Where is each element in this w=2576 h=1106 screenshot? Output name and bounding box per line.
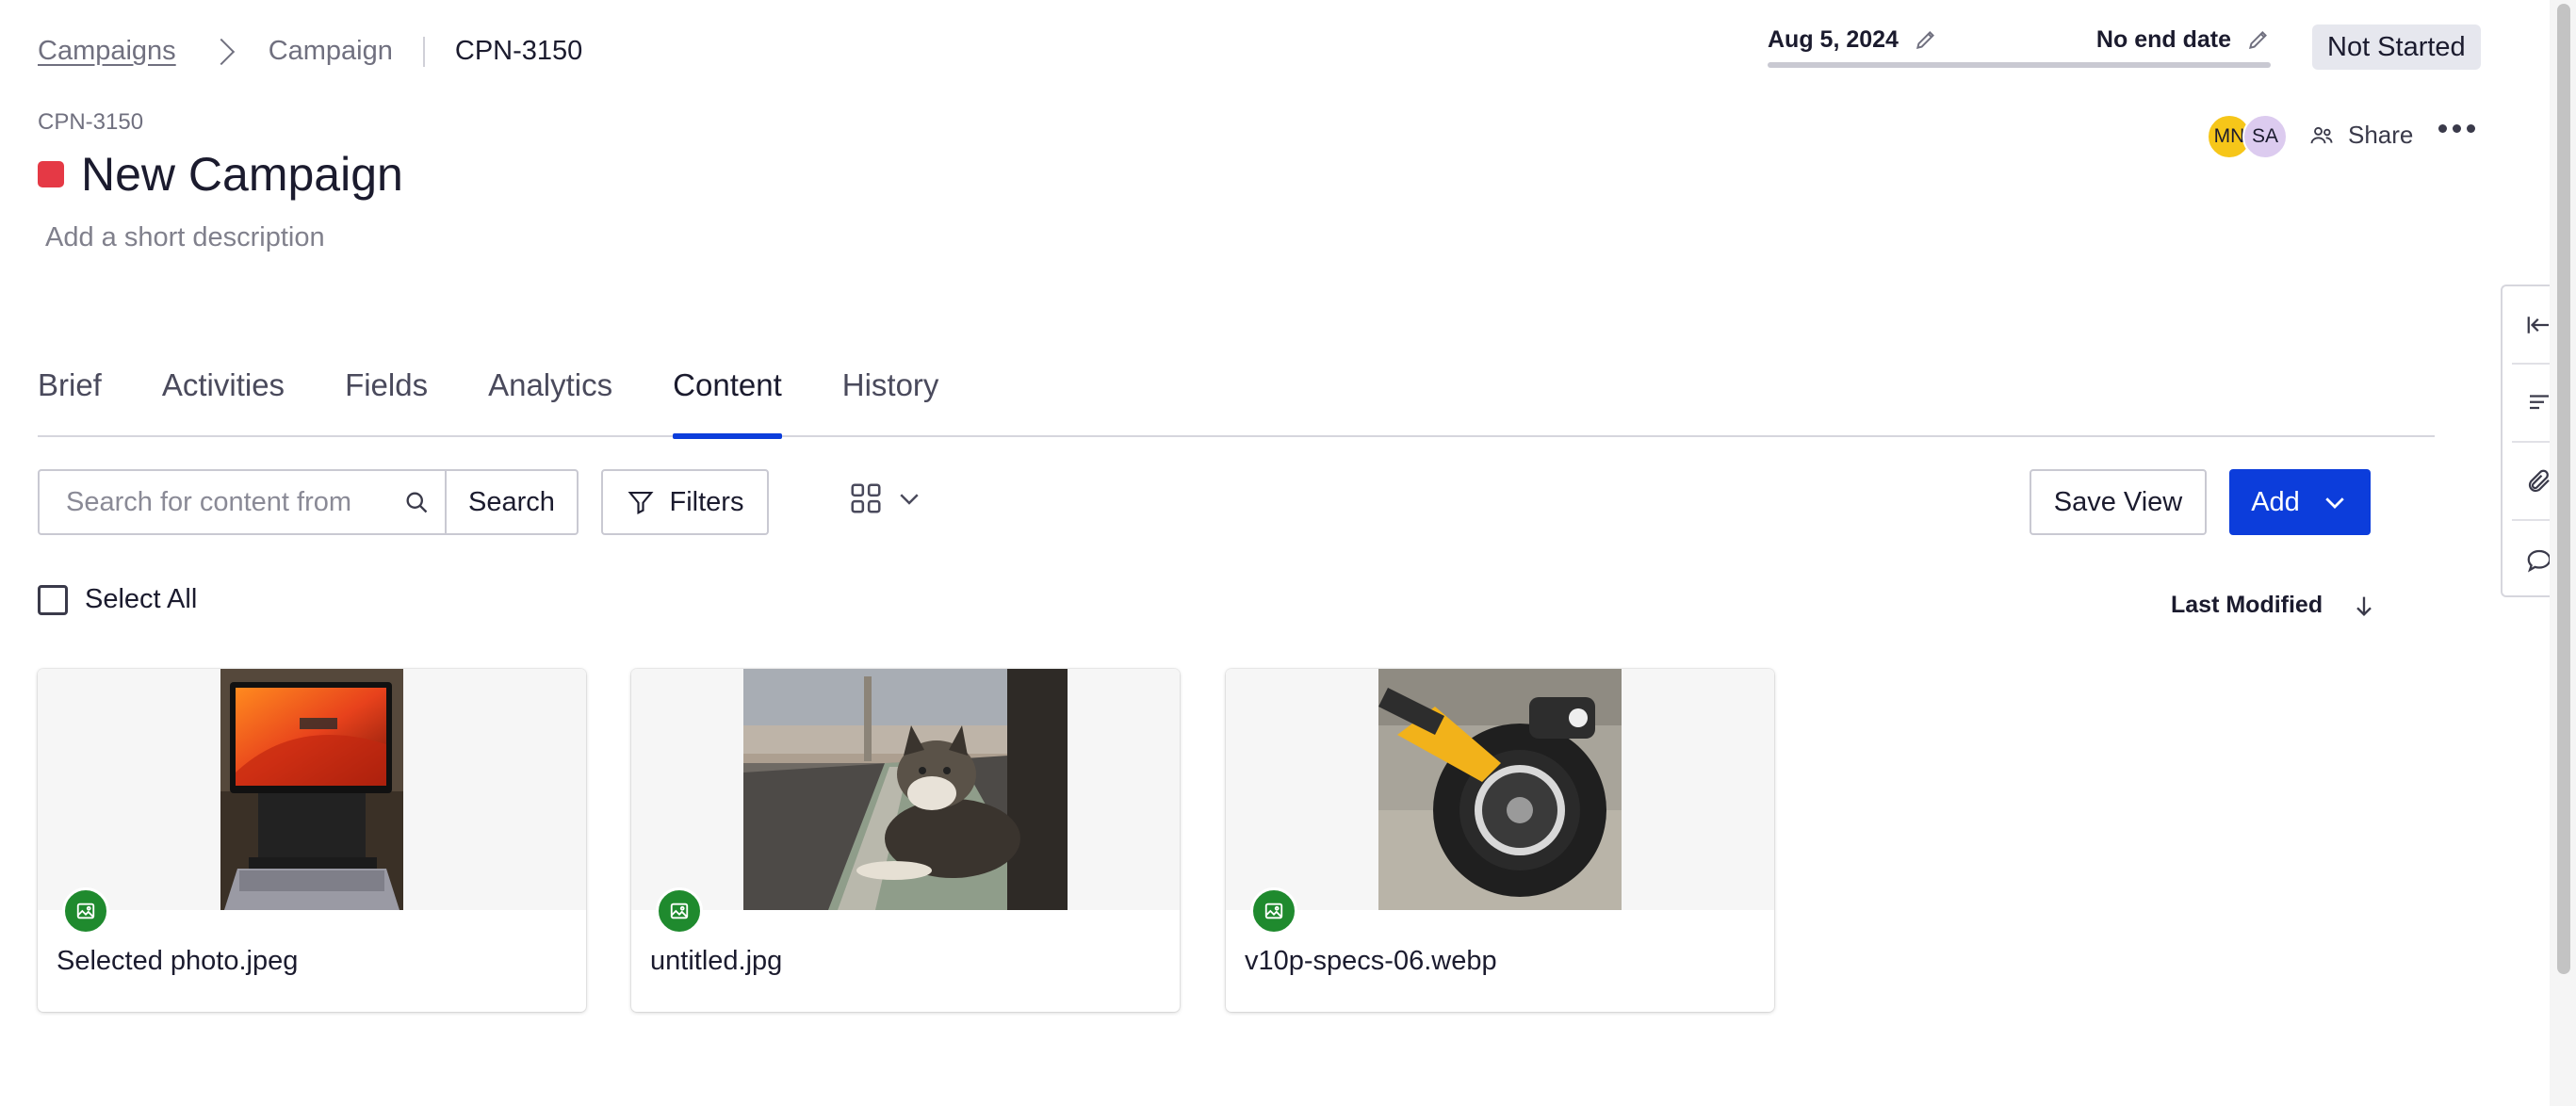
title-row: New Campaign — [38, 147, 403, 202]
tab-activities[interactable]: Activities — [162, 366, 285, 437]
start-date[interactable]: Aug 5, 2024 — [1768, 26, 1938, 54]
tab-analytics[interactable]: Analytics — [488, 366, 612, 437]
tab-content[interactable]: Content — [673, 366, 782, 439]
chevron-down-icon — [900, 494, 919, 505]
card-filename[interactable]: untitled.jpg — [650, 946, 782, 977]
content-card[interactable]: v10p-specs-06.webp — [1226, 669, 1774, 1012]
more-options-icon[interactable] — [2438, 124, 2475, 133]
date-range-bar — [1768, 62, 2271, 68]
save-view-button[interactable]: Save View — [2030, 469, 2207, 535]
tab-fields[interactable]: Fields — [345, 366, 428, 437]
share-label: Share — [2348, 121, 2414, 149]
page-title[interactable]: New Campaign — [81, 147, 403, 202]
campaign-dates: Aug 5, 2024 No end date — [1768, 21, 2271, 68]
collaborators[interactable]: MN SA — [2207, 114, 2288, 159]
tab-brief[interactable]: Brief — [38, 366, 102, 437]
content-card[interactable]: untitled.jpg — [631, 669, 1180, 1012]
add-button[interactable]: Add — [2229, 469, 2371, 535]
search-icon[interactable] — [388, 471, 445, 533]
breadcrumb: Campaigns Campaign CPN-3150 — [38, 36, 582, 67]
tab-history[interactable]: History — [842, 366, 939, 437]
search-box: Search — [38, 469, 579, 535]
breadcrumb-campaigns-link[interactable]: Campaigns — [38, 36, 176, 67]
scrollbar[interactable] — [2550, 0, 2576, 1106]
arrow-down-icon[interactable] — [2351, 593, 2377, 619]
end-date-label: No end date — [2095, 25, 2231, 53]
add-label: Add — [2251, 486, 2300, 517]
card-filename[interactable]: Selected photo.jpeg — [57, 946, 298, 977]
sort-control[interactable]: Last Modified — [2171, 592, 2377, 619]
share-button[interactable]: Share — [2308, 121, 2413, 150]
filters-label: Filters — [669, 486, 744, 517]
campaign-id: CPN-3150 — [38, 109, 144, 135]
people-icon — [2310, 126, 2333, 143]
scrollbar-thumb[interactable] — [2557, 4, 2570, 974]
view-mode-dropdown[interactable] — [848, 480, 923, 516]
description-field[interactable]: Add a short description — [45, 222, 325, 253]
filter-icon — [628, 491, 654, 514]
breadcrumb-divider — [422, 36, 425, 67]
tab-bar: Brief Activities Fields Analytics Conten… — [38, 366, 2435, 439]
select-all[interactable]: Select All — [38, 584, 197, 615]
start-date-label: Aug 5, 2024 — [1768, 25, 1899, 53]
select-all-label: Select All — [85, 584, 198, 614]
card-filename[interactable]: v10p-specs-06.webp — [1245, 946, 1497, 977]
filters-button[interactable]: Filters — [601, 469, 769, 535]
status-badge[interactable]: Not Started — [2312, 24, 2481, 70]
campaign-color-swatch[interactable] — [38, 161, 64, 187]
avatar[interactable]: SA — [2242, 114, 2288, 159]
end-date[interactable]: No end date — [2096, 26, 2271, 54]
breadcrumb-current: CPN-3150 — [454, 36, 583, 66]
content-card[interactable]: Selected photo.jpeg — [38, 669, 586, 1012]
pencil-icon[interactable] — [1914, 27, 1938, 52]
pencil-icon[interactable] — [2246, 27, 2271, 52]
sort-label[interactable]: Last Modified — [2171, 592, 2323, 619]
scooter-wheel-photo — [1378, 669, 1622, 910]
card-thumbnail[interactable] — [631, 669, 1180, 910]
search-button[interactable]: Search — [445, 471, 577, 533]
image-type-icon — [656, 887, 703, 935]
breadcrumb-campaign: Campaign — [268, 36, 393, 66]
chevron-down-icon — [2325, 497, 2344, 509]
card-thumbnail[interactable] — [38, 669, 586, 910]
search-input[interactable] — [40, 471, 388, 533]
chevron-right-icon — [207, 38, 235, 65]
image-type-icon — [62, 887, 109, 935]
laptop-photo — [220, 669, 403, 910]
cat-photo — [743, 669, 1068, 910]
select-all-checkbox[interactable] — [38, 584, 68, 615]
grid-icon — [851, 483, 881, 513]
card-thumbnail[interactable] — [1226, 669, 1774, 910]
image-type-icon — [1250, 887, 1297, 935]
